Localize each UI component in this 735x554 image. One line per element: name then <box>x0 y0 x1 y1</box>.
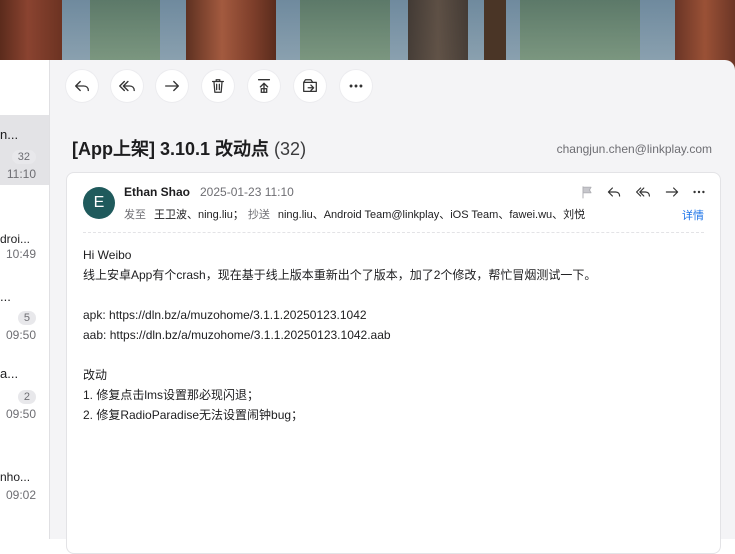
list-item[interactable]: n... 32 11:10 <box>0 115 49 185</box>
details-link[interactable]: 详情 <box>682 207 704 223</box>
body-line: 改动 <box>83 368 108 382</box>
message-actions <box>578 183 708 201</box>
more-icon <box>693 190 705 194</box>
body-line <box>83 285 596 305</box>
reading-pane: [App上架] 3.10.1 改动点 (32) changjun.chen@li… <box>50 60 735 554</box>
sent-date: 2025-01-23 11:10 <box>200 185 294 199</box>
reply-all-button[interactable] <box>111 70 143 102</box>
list-item-title: ... <box>0 289 11 304</box>
more-button[interactable] <box>340 70 372 102</box>
more-icon <box>349 84 363 88</box>
list-item-title: droi... <box>0 232 31 246</box>
email-subject: [App上架] 3.10.1 改动点 (32) <box>72 135 306 161</box>
trash-icon <box>211 79 225 93</box>
to-recipients[interactable]: 王卫波、ning.liu； <box>154 209 244 221</box>
forward-button-small[interactable] <box>663 183 681 201</box>
to-label: 发至 <box>124 209 146 221</box>
reply-all-icon <box>636 187 650 197</box>
list-item-time: 09:50 <box>5 407 36 421</box>
reply-all-icon <box>119 80 135 92</box>
body-line: apk: https://dln.bz/a/muzohome/3.1.1.202… <box>83 308 367 322</box>
list-item[interactable]: ... 5 09:50 <box>0 285 49 345</box>
subject-text: [App上架] 3.10.1 改动点 <box>72 139 270 159</box>
list-item-count: 5 <box>17 311 36 325</box>
list-item-count: 2 <box>17 390 36 404</box>
move-to-icon <box>303 79 317 93</box>
flag-icon <box>582 186 592 199</box>
archive-up-icon <box>257 79 271 93</box>
reply-all-button-small[interactable] <box>634 183 652 201</box>
thread-count: (32) <box>274 139 307 159</box>
list-item-title: n... <box>0 127 19 142</box>
body-line: aab: https://dln.bz/a/muzohome/3.1.1.202… <box>83 328 391 342</box>
avatar[interactable]: E <box>83 187 115 219</box>
recipients: 发至 王卫波、ning.liu； 抄送 ning.liu、Android Team@l… <box>124 206 585 222</box>
body-line <box>83 345 596 365</box>
archive-button[interactable] <box>248 70 280 102</box>
more-button-small[interactable] <box>690 183 708 201</box>
email-message: E Ethan Shao 2025-01-23 11:10 发至 王卫波、ning… <box>66 172 721 554</box>
cc-label: 抄送 <box>247 209 270 221</box>
reply-icon <box>607 187 621 197</box>
list-item-time: 09:50 <box>5 328 36 342</box>
forward-icon <box>665 187 679 197</box>
account-address: changjun.chen@linkplay.com <box>556 142 712 156</box>
list-item[interactable]: droi... 10:49 <box>0 220 49 270</box>
list-item[interactable]: a... 2 09:50 <box>0 360 49 421</box>
header-divider <box>83 232 704 233</box>
sender-name[interactable]: Ethan Shao <box>124 185 190 199</box>
move-to-button[interactable] <box>294 70 326 102</box>
reply-button[interactable] <box>66 70 98 102</box>
reply-button-small[interactable] <box>605 183 623 201</box>
message-list: n... 32 11:10 droi... 10:49 ... 5 09:50 … <box>0 60 50 539</box>
forward-icon <box>165 80 179 92</box>
body-line: 2. 修复RadioParadise无法设置闹钟bug； <box>83 408 304 422</box>
body-line: 线上安卓App有个crash，现在基于线上版本重新出个了版本，加了2个修改，帮忙… <box>83 268 597 282</box>
reply-icon <box>75 80 89 92</box>
list-item-time: 09:02 <box>5 488 36 502</box>
body-line: Hi Weibo <box>83 248 132 262</box>
body-line: 1. 修复点击lms设置那必现闪退； <box>83 388 260 402</box>
list-item[interactable]: nho... 09:02 <box>0 460 49 510</box>
forward-button[interactable] <box>156 70 188 102</box>
list-item-count: 32 <box>11 150 36 164</box>
list-item-time: 10:49 <box>5 247 36 261</box>
delete-button[interactable] <box>202 70 234 102</box>
list-item-time: 11:10 <box>6 167 36 181</box>
list-item-title: a... <box>0 366 19 381</box>
list-item-title: nho... <box>0 470 31 484</box>
email-body: Hi Weibo 线上安卓App有个crash，现在基于线上版本重新出个了版本，… <box>83 245 596 425</box>
cc-recipients[interactable]: ning.liu、Android Team@linkplay、iOS Team、… <box>278 209 585 221</box>
flag-button[interactable] <box>578 183 596 201</box>
